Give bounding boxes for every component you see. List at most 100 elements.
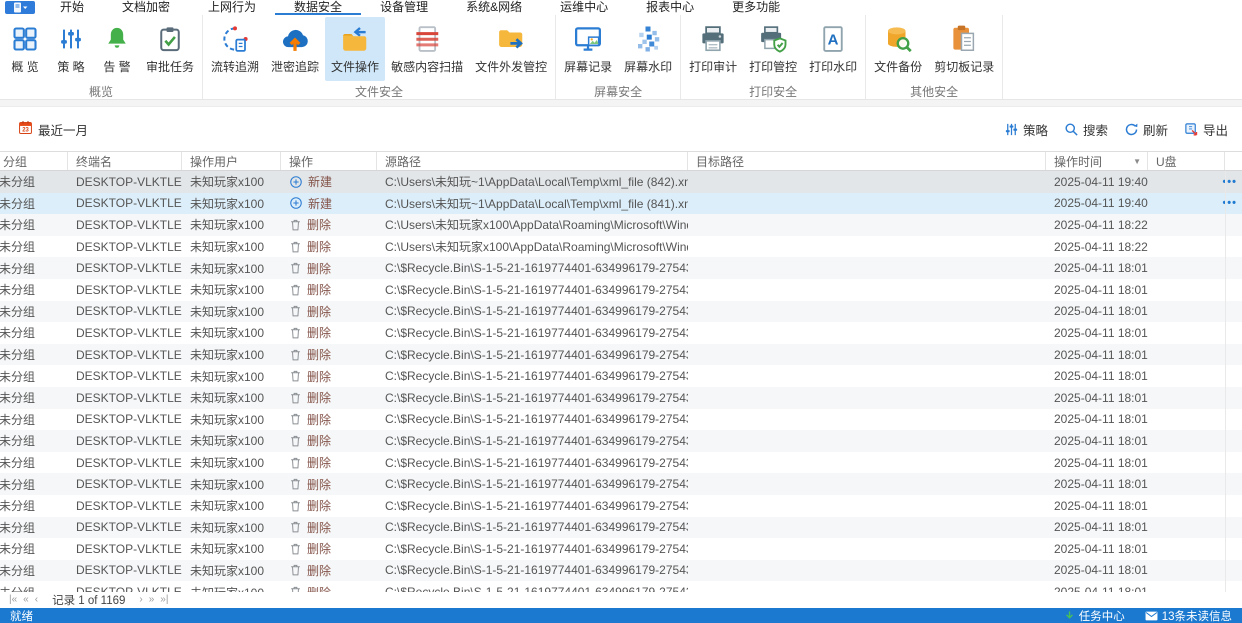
page-nav-right-2[interactable]: »|: [157, 593, 171, 607]
table-row-10[interactable]: 未分组 DESKTOP-VLKTLE1 未知玩家x100 删除 C:\$Recycle.…: [0, 386, 1242, 409]
ribbon-button-0-0[interactable]: 概 览: [2, 17, 48, 81]
column-header-1[interactable]: 终端名: [68, 152, 182, 170]
page-nav-right-0[interactable]: ›: [136, 593, 145, 607]
cell-4: C:\$Recycle.Bin\S-1-5-21-1619774401-6349…: [385, 325, 688, 340]
table-row-3[interactable]: 未分组 DESKTOP-VLKTLE1 未知玩家x100 删除 C:\Users\未知玩…: [0, 235, 1242, 258]
column-header-4[interactable]: 源路径: [377, 152, 688, 170]
table-right-border: [1225, 171, 1226, 592]
clipboard-doc-icon: [949, 24, 979, 54]
table-row-16[interactable]: 未分组 DESKTOP-VLKTLE1 未知玩家x100 删除 C:\$Recycle.…: [0, 516, 1242, 539]
tool-1-button[interactable]: 搜索: [1064, 120, 1108, 139]
menu-tab-0[interactable]: 开始: [41, 0, 103, 15]
cell-1: DESKTOP-VLKTLE1: [76, 196, 182, 211]
tool-label: 刷新: [1142, 123, 1168, 138]
menu-tab-3[interactable]: 数据安全: [275, 0, 362, 15]
ribbon-button-1-0[interactable]: 流转追溯: [205, 17, 265, 81]
operation-label: 删除: [307, 369, 332, 384]
ribbon-group-2: 屏幕记录 屏幕水印 屏幕安全: [556, 15, 682, 99]
filter-bar: 23 最近一月 策略 搜索 刷新 导出: [0, 107, 1242, 151]
table-row-19[interactable]: 未分组DESKTOP-VLKTLE1未知玩家x100 删除 C:\$Recycle.…: [0, 581, 1242, 592]
page-nav-left-1[interactable]: «: [20, 593, 32, 607]
ribbon-button-1-3[interactable]: 敏感内容扫描: [385, 17, 469, 81]
filter-arrow-icon[interactable]: ▼: [1133, 157, 1141, 166]
task-center-button[interactable]: 任务中心: [1064, 608, 1125, 623]
cell-1: DESKTOP-VLKTLE1: [76, 347, 182, 362]
bell-icon: [103, 25, 131, 53]
app-menu-button[interactable]: [5, 1, 35, 14]
cell-1: DESKTOP-VLKTLE1: [76, 520, 182, 535]
table-row-9[interactable]: 未分组 DESKTOP-VLKTLE1 未知玩家x100 删除 C:\$Recycle.…: [0, 365, 1242, 387]
menu-tab-7[interactable]: 报表中心: [627, 0, 713, 15]
ribbon-button-1-1[interactable]: 泄密追踪: [265, 17, 325, 81]
operation-label: 删除: [307, 240, 332, 255]
column-header-5[interactable]: 目标路径: [688, 152, 1046, 170]
cell-1: DESKTOP-VLKTLE1: [76, 498, 182, 513]
ribbon-button-4-0[interactable]: 文件备份: [868, 17, 928, 81]
cell-3: 删除: [281, 346, 377, 363]
cell-3: 删除: [281, 216, 377, 233]
operation-label: 删除: [307, 412, 332, 427]
column-header-6[interactable]: 操作时间 ▼: [1046, 152, 1148, 170]
ribbon-button-3-2[interactable]: A 打印水印: [803, 17, 863, 81]
ribbon-group-buttons: 文件备份 剪切板记录: [868, 17, 1000, 81]
page-nav-left-0[interactable]: |«: [6, 593, 20, 607]
cell-6: 2025-04-11 19:40:27: [1054, 174, 1148, 189]
column-header-3[interactable]: 操作: [281, 152, 377, 170]
unread-messages-button[interactable]: 13条未读信息: [1145, 608, 1232, 623]
column-header-7[interactable]: U盘: [1148, 152, 1225, 170]
tool-0-button[interactable]: 策略: [1004, 120, 1048, 139]
menu-tab-4[interactable]: 设备管理: [361, 0, 447, 15]
operation-label: 删除: [307, 542, 332, 557]
column-header-0[interactable]: 分组: [0, 152, 68, 170]
cell-4: C:\$Recycle.Bin\S-1-5-21-1619774401-6349…: [385, 498, 688, 513]
cell-3: 删除: [281, 368, 377, 385]
table-row-13[interactable]: 未分组 DESKTOP-VLKTLE1 未知玩家x100 删除 C:\$Recycle.…: [0, 451, 1242, 474]
menu-tab-1[interactable]: 文档加密: [103, 0, 189, 15]
trash-icon: [289, 477, 302, 491]
table-row-6[interactable]: 未分组 DESKTOP-VLKTLE1 未知玩家x100 删除 C:\$Recycle.…: [0, 300, 1242, 323]
ribbon-button-0-1[interactable]: 策 略: [48, 17, 94, 81]
page-nav-right-1[interactable]: »: [146, 593, 158, 607]
table-row-14[interactable]: 未分组 DESKTOP-VLKTLE1 未知玩家x100 删除 C:\$Recycle.…: [0, 473, 1242, 495]
date-range-filter[interactable]: 23 最近一月: [18, 120, 88, 139]
table-row-5[interactable]: 未分组 DESKTOP-VLKTLE1 未知玩家x100 删除 C:\$Recycle.…: [0, 278, 1242, 301]
tool-2-button[interactable]: 刷新: [1124, 120, 1168, 139]
table-row-8[interactable]: 未分组 DESKTOP-VLKTLE1 未知玩家x100 删除 C:\$Recycle.…: [0, 343, 1242, 366]
ribbon-button-0-3[interactable]: 审批任务: [140, 17, 200, 81]
ribbon-button-1-2[interactable]: 文件操作: [325, 17, 386, 81]
cell-0: 未分组: [0, 218, 36, 233]
cell-3: 删除: [281, 281, 377, 298]
ribbon-button-3-1[interactable]: 打印管控: [743, 17, 803, 81]
table-row-1[interactable]: 未分组 DESKTOP-VLKTLE1 未知玩家x100 新建 C:\Users\未知玩…: [0, 192, 1242, 215]
table-row-0[interactable]: 未分组 DESKTOP-VLKTLE1 未知玩家x100 新建 C:\Users\未知玩…: [0, 171, 1242, 193]
table-row-11[interactable]: 未分组 DESKTOP-VLKTLE1 未知玩家x100 删除 C:\$Recycle.…: [0, 408, 1242, 431]
ribbon-button-0-2[interactable]: 告 警: [94, 17, 140, 81]
cell-1: DESKTOP-VLKTLE1: [76, 239, 182, 254]
page-nav-left-2[interactable]: ‹: [32, 593, 41, 607]
table-row-12[interactable]: 未分组 DESKTOP-VLKTLE1 未知玩家x100 删除 C:\$Recycle.…: [0, 430, 1242, 452]
ribbon-button-label: 策 略: [57, 60, 85, 74]
cell-4: C:\$Recycle.Bin\S-1-5-21-1619774401-6349…: [385, 563, 688, 578]
ribbon-button-2-0[interactable]: 屏幕记录: [558, 17, 618, 81]
trash-icon: [289, 304, 302, 318]
table-row-7[interactable]: 未分组 DESKTOP-VLKTLE1 未知玩家x100 删除 C:\$Recycle.…: [0, 322, 1242, 344]
menu-tab-8[interactable]: 更多功能: [713, 0, 799, 15]
ribbon-button-3-0[interactable]: 打印审计: [683, 17, 743, 81]
ribbon-button-2-1[interactable]: 屏幕水印: [618, 17, 678, 81]
menu-tab-2[interactable]: 上网行为: [189, 0, 275, 15]
cell-6: 2025-04-11 18:01:38: [1054, 433, 1148, 448]
cell-1: DESKTOP-VLKTLE1: [76, 369, 182, 384]
cell-4: C:\$Recycle.Bin\S-1-5-21-1619774401-6349…: [385, 455, 688, 470]
ribbon-button-1-4[interactable]: 文件外发管控: [469, 17, 553, 81]
menu-tab-5[interactable]: 系统&网络: [447, 0, 541, 15]
ribbon-button-4-1[interactable]: 剪切板记录: [928, 17, 1000, 81]
table-row-17[interactable]: 未分组 DESKTOP-VLKTLE1 未知玩家x100 删除 C:\$Recycle.…: [0, 538, 1242, 560]
table-row-15[interactable]: 未分组 DESKTOP-VLKTLE1 未知玩家x100 删除 C:\$Recycle.…: [0, 494, 1242, 517]
table-row-18[interactable]: 未分组 DESKTOP-VLKTLE1 未知玩家x100 删除 C:\$Recycle.…: [0, 559, 1242, 582]
column-header-2[interactable]: 操作用户: [182, 152, 281, 170]
calendar-icon: 23: [18, 120, 33, 138]
table-row-4[interactable]: 未分组 DESKTOP-VLKTLE1 未知玩家x100 删除 C:\$Recycle.…: [0, 257, 1242, 279]
table-row-2[interactable]: 未分组 DESKTOP-VLKTLE1 未知玩家x100 删除 C:\Users\未知玩…: [0, 214, 1242, 236]
tool-3-button[interactable]: 导出: [1184, 120, 1228, 139]
menu-tab-6[interactable]: 运维中心: [541, 0, 627, 15]
